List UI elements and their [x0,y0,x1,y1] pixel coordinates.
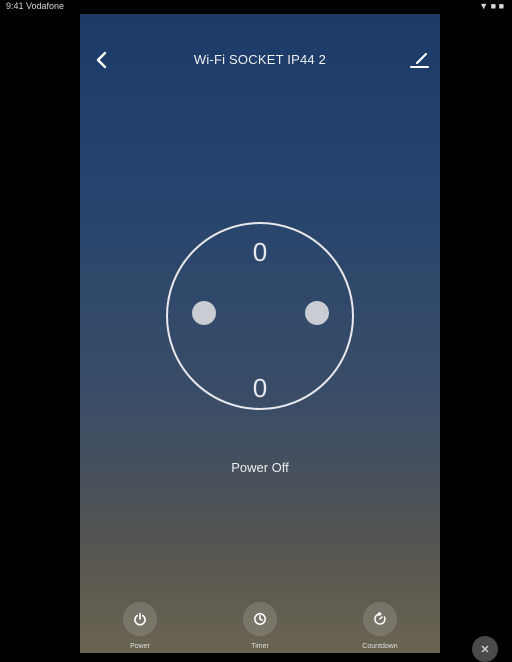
left-letterbox [0,14,80,653]
socket-contact-bottom: 0 [253,373,267,403]
power-icon [134,612,146,626]
socket-outlet-icon: 0 0 [166,222,354,410]
status-indicators: ▼ ■ ■ [479,1,504,11]
back-button[interactable] [88,46,116,74]
power-button[interactable]: Power [100,602,180,650]
power-status-label: Power Off [231,460,289,475]
socket-pin-left [192,301,216,325]
countdown-icon [374,612,386,625]
page-title: Wi-Fi SOCKET IP44 2 [193,52,327,67]
countdown-button-label: Countdown [362,643,398,650]
bottom-actions: Power Timer Countdown [80,602,440,653]
close-overlay-button[interactable] [472,636,498,662]
socket-contact-top: 0 [253,237,267,267]
power-icon-circle [123,602,157,636]
right-letterbox [440,14,512,653]
timer-icon-circle [243,602,277,636]
status-bar: 9:41 Vodafone ▼ ■ ■ [0,0,512,14]
countdown-icon-circle [363,602,397,636]
edit-button[interactable] [404,46,434,74]
power-button-label: Power [130,643,150,650]
timer-button[interactable]: Timer [220,602,300,650]
socket-outlet[interactable]: 0 0 [165,221,355,411]
countdown-button[interactable]: Countdown [340,602,420,650]
header: Wi-Fi SOCKET IP44 2 [80,44,440,74]
timer-button-label: Timer [251,643,269,650]
socket-pin-right [305,301,329,325]
edit-pencil-icon [410,52,429,68]
device-screen: Wi-Fi SOCKET IP44 2 0 0 Power Off Power … [80,14,440,653]
status-time: 9:41 Vodafone [6,1,65,11]
chevron-left-icon [96,51,107,69]
timer-icon [254,613,266,625]
